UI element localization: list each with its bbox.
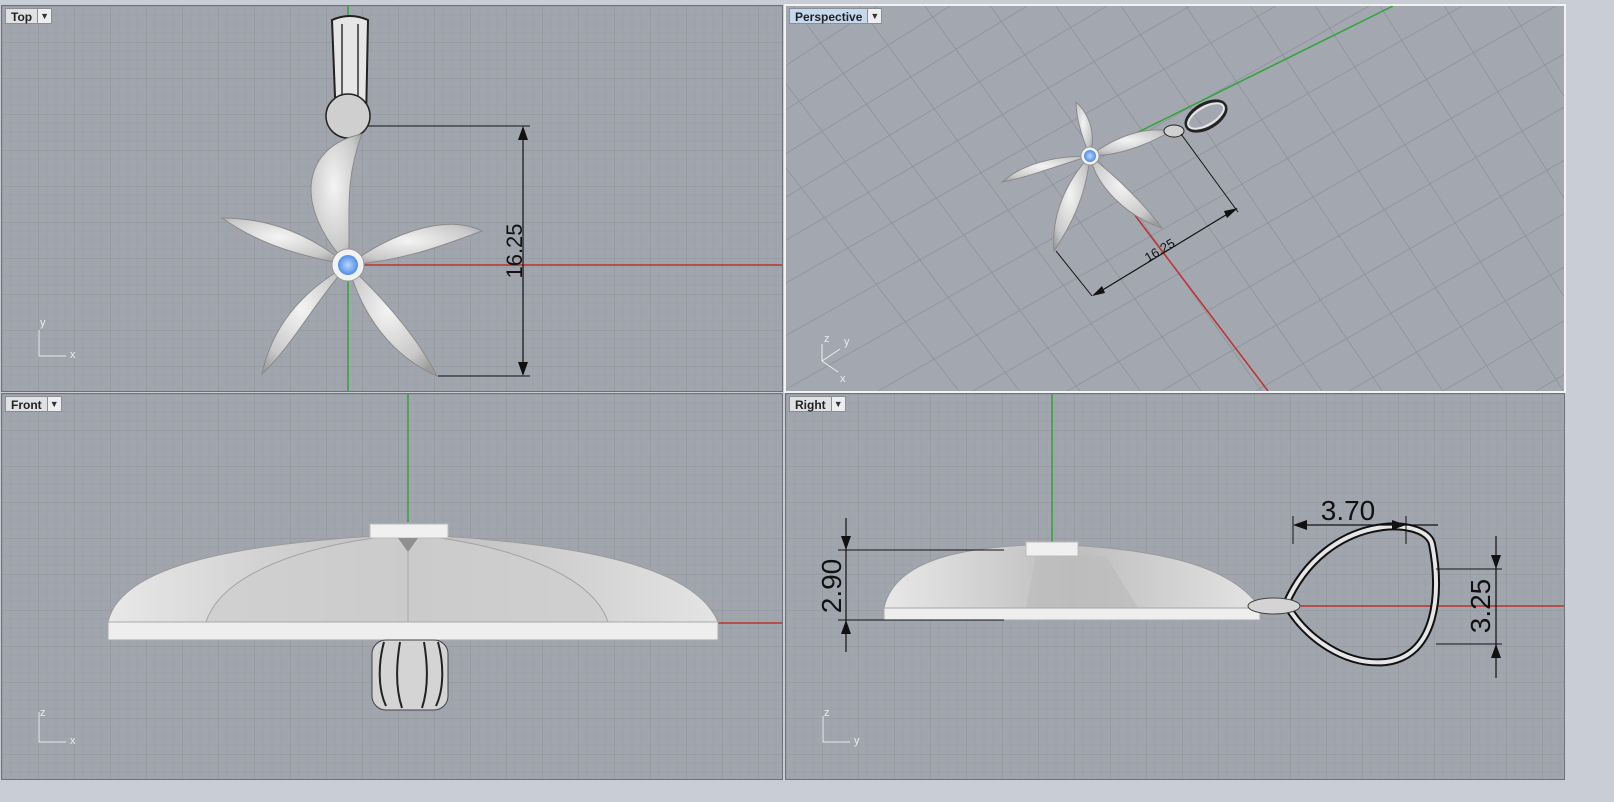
svg-text:z: z — [824, 333, 830, 345]
perspective-view-canvas[interactable]: 16.25 z y x — [786, 6, 1564, 391]
dimension-text-height-right[interactable]: 3.25 — [1465, 579, 1496, 634]
chevron-down-icon[interactable]: ▼ — [830, 396, 846, 412]
top-view-canvas[interactable]: 16.25 y x — [2, 6, 782, 391]
svg-text:y: y — [854, 735, 860, 747]
svg-text:z: z — [824, 707, 830, 719]
viewport-right-title[interactable]: Right ▼ — [789, 396, 846, 412]
viewport-top[interactable]: Top ▼ 16.25 y x — [1, 5, 783, 392]
svg-text:x: x — [70, 735, 76, 747]
svg-text:y: y — [844, 336, 850, 348]
viewport-top-name[interactable]: Top — [5, 8, 38, 24]
chevron-down-icon[interactable]: ▼ — [46, 396, 62, 412]
svg-text:z: z — [40, 707, 46, 719]
viewport-perspective[interactable]: Perspective ▼ 16.25 z y x — [784, 4, 1566, 393]
dimension-text-top[interactable]: 16.25 — [502, 223, 527, 278]
front-view-canvas[interactable]: z x — [2, 394, 782, 779]
chevron-down-icon[interactable]: ▼ — [37, 8, 53, 24]
viewport-front-name[interactable]: Front — [5, 396, 47, 412]
viewport-front-title[interactable]: Front ▼ — [5, 396, 62, 412]
svg-text:x: x — [70, 349, 76, 361]
gem-stone — [1084, 150, 1096, 162]
gem-stone — [338, 255, 358, 275]
viewport-front[interactable]: Front ▼ z x — [1, 393, 783, 780]
svg-text:x: x — [840, 373, 846, 385]
viewport-right[interactable]: Right ▼ 3.70 2.90 3.25 z y — [785, 393, 1565, 780]
viewport-perspective-title[interactable]: Perspective ▼ — [789, 8, 883, 24]
dimension-text-height-left[interactable]: 2.90 — [816, 559, 847, 614]
viewport-perspective-name[interactable]: Perspective — [789, 8, 868, 24]
svg-text:y: y — [40, 317, 46, 329]
viewport-right-name[interactable]: Right — [789, 396, 831, 412]
dimension-text-width[interactable]: 3.70 — [1321, 495, 1376, 526]
viewport-top-title[interactable]: Top ▼ — [5, 8, 53, 24]
chevron-down-icon[interactable]: ▼ — [867, 8, 883, 24]
right-view-canvas[interactable]: 3.70 2.90 3.25 z y — [786, 394, 1564, 779]
